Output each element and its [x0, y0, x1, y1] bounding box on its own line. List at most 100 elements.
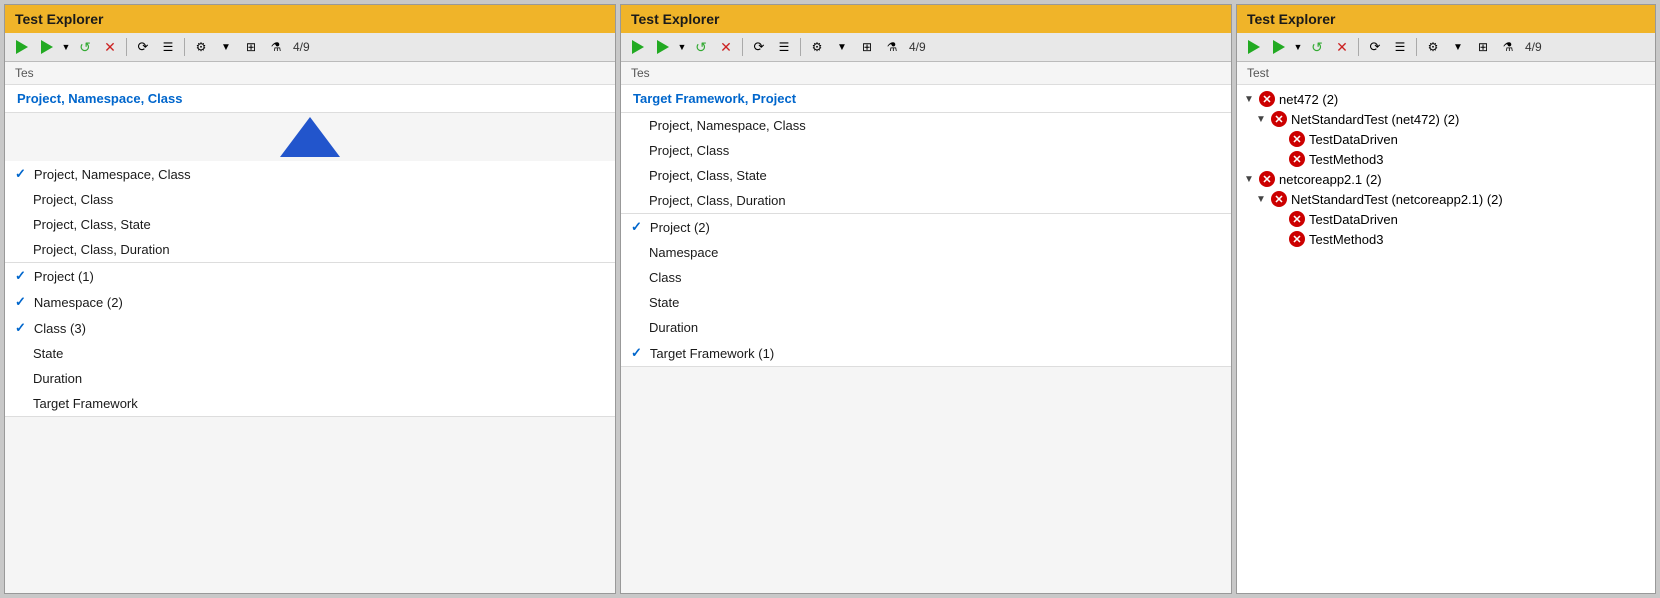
- right-title-bar: Test Explorer: [1237, 5, 1655, 33]
- m-item-namespace[interactable]: Namespace: [621, 240, 1231, 265]
- r-filter-button[interactable]: ☰: [1389, 36, 1411, 58]
- error-icon-net472: ✕: [1259, 91, 1275, 107]
- right-panel: Test Explorer ▼ ↺ ✕ ⟳ ☰ ⚙ ▼ ⊞ ⚗ 4/9 Test…: [1236, 4, 1656, 594]
- middle-panel: Test Explorer ▼ ↺ ✕ ⟳ ☰ ⚙ ▼ ⊞ ⚗ 4/9 Tes …: [620, 4, 1232, 594]
- middle-header-label: Tes: [621, 62, 1231, 85]
- r-run-button[interactable]: [1268, 36, 1290, 58]
- m-run-all-button[interactable]: [627, 36, 649, 58]
- m-cancel-button[interactable]: ✕: [715, 36, 737, 58]
- m-item-project-class[interactable]: Project, Class: [621, 138, 1231, 163]
- tree-label-net472: net472 (2): [1279, 92, 1338, 107]
- m-item-class[interactable]: Class: [621, 265, 1231, 290]
- cancel-button[interactable]: ✕: [99, 36, 121, 58]
- middle-title-bar: Test Explorer: [621, 5, 1231, 33]
- arrow-up-indicator: [5, 117, 615, 157]
- m-sep1: [742, 38, 743, 56]
- m-item-project-class-state[interactable]: Project, Class, State: [621, 163, 1231, 188]
- left-item-project-class-state[interactable]: Project, Class, State: [5, 212, 615, 237]
- left-item-project-namespace-class[interactable]: Project, Namespace, Class: [5, 161, 615, 187]
- m-flask-button[interactable]: ⚗: [881, 36, 903, 58]
- middle-section2: Project (2) Namespace Class State Durati…: [621, 214, 1231, 367]
- tree-label-testdatadriven-net472: TestDataDriven: [1309, 132, 1398, 147]
- run-dropdown-button[interactable]: ▼: [61, 36, 71, 58]
- left-item-namespace[interactable]: Namespace (2): [5, 289, 615, 315]
- left-item-project[interactable]: Project (1): [5, 263, 615, 289]
- left-title-bar: Test Explorer: [5, 5, 615, 33]
- left-item-project-class[interactable]: Project, Class: [5, 187, 615, 212]
- flask-button[interactable]: ⚗: [265, 36, 287, 58]
- r-cancel-button[interactable]: ✕: [1331, 36, 1353, 58]
- r-run-all-button[interactable]: [1243, 36, 1265, 58]
- toggle-netcoreapp21[interactable]: ▼: [1243, 174, 1255, 185]
- left-title: Test Explorer: [15, 11, 103, 27]
- run-button[interactable]: [36, 36, 58, 58]
- error-icon-testdatadriven-netcoreapp21: ✕: [1289, 211, 1305, 227]
- m-run-dropdown-button[interactable]: ▼: [677, 36, 687, 58]
- toggle-net472[interactable]: ▼: [1243, 94, 1255, 105]
- m-refresh-button[interactable]: ⟳: [748, 36, 770, 58]
- m-test-count-badge: 4/9: [906, 40, 929, 54]
- left-item-target-framework[interactable]: Target Framework: [5, 391, 615, 416]
- middle-dropdown-header[interactable]: Target Framework, Project: [621, 85, 1231, 113]
- m-group-dropdown-button[interactable]: ▼: [831, 36, 853, 58]
- m-item-state[interactable]: State: [621, 290, 1231, 315]
- left-item-project-class-duration[interactable]: Project, Class, Duration: [5, 237, 615, 262]
- test-count-badge: 4/9: [290, 40, 313, 54]
- m-item-project[interactable]: Project (2): [621, 214, 1231, 240]
- left-dropdown-header[interactable]: Project, Namespace, Class: [5, 85, 615, 113]
- rerun-button[interactable]: ↺: [74, 36, 96, 58]
- toggle-netstandardtest-netcoreapp21[interactable]: ▼: [1255, 194, 1267, 205]
- sep2: [184, 38, 185, 56]
- tree-label-testmethod3-net472: TestMethod3: [1309, 152, 1383, 167]
- left-panel: Test Explorer ▼ ↺ ✕ ⟳ ☰ ⚙ ▼ ⊞ ⚗ 4/9 Tes …: [4, 4, 616, 594]
- m-item-duration[interactable]: Duration: [621, 315, 1231, 340]
- tree-testmethod3-net472[interactable]: ✕ TestMethod3: [1237, 149, 1655, 169]
- tree-net472[interactable]: ▼ ✕ net472 (2): [1237, 89, 1655, 109]
- left-item-class[interactable]: Class (3): [5, 315, 615, 341]
- settings-button[interactable]: ⚙: [190, 36, 212, 58]
- tree-netstandardtest-net472[interactable]: ▼ ✕ NetStandardTest (net472) (2): [1237, 109, 1655, 129]
- left-toolbar: ▼ ↺ ✕ ⟳ ☰ ⚙ ▼ ⊞ ⚗ 4/9: [5, 33, 615, 62]
- middle-toolbar: ▼ ↺ ✕ ⟳ ☰ ⚙ ▼ ⊞ ⚗ 4/9: [621, 33, 1231, 62]
- m-rerun-button[interactable]: ↺: [690, 36, 712, 58]
- middle-section1: Project, Namespace, Class Project, Class…: [621, 113, 1231, 214]
- r-sep2: [1416, 38, 1417, 56]
- r-refresh-button[interactable]: ⟳: [1364, 36, 1386, 58]
- left-item-duration[interactable]: Duration: [5, 366, 615, 391]
- m-filter-button[interactable]: ☰: [773, 36, 795, 58]
- tree-testmethod3-netcoreapp21[interactable]: ✕ TestMethod3: [1237, 229, 1655, 249]
- tree-label-testdatadriven-netcoreapp21: TestDataDriven: [1309, 212, 1398, 227]
- error-icon-netcoreapp21: ✕: [1259, 171, 1275, 187]
- m-hierarchy-button[interactable]: ⊞: [856, 36, 878, 58]
- r-sep1: [1358, 38, 1359, 56]
- tree-testdatadriven-net472[interactable]: ✕ TestDataDriven: [1237, 129, 1655, 149]
- tree-netstandardtest-netcoreapp21[interactable]: ▼ ✕ NetStandardTest (netcoreapp2.1) (2): [1237, 189, 1655, 209]
- m-run-button[interactable]: [652, 36, 674, 58]
- error-icon-netstandardtest-netcoreapp21: ✕: [1271, 191, 1287, 207]
- r-flask-button[interactable]: ⚗: [1497, 36, 1519, 58]
- middle-title: Test Explorer: [631, 11, 719, 27]
- r-test-count-badge: 4/9: [1522, 40, 1545, 54]
- m-settings-button[interactable]: ⚙: [806, 36, 828, 58]
- r-group-dropdown-button[interactable]: ▼: [1447, 36, 1469, 58]
- m-item-target-framework[interactable]: Target Framework (1): [621, 340, 1231, 366]
- r-run-dropdown-button[interactable]: ▼: [1293, 36, 1303, 58]
- right-toolbar: ▼ ↺ ✕ ⟳ ☰ ⚙ ▼ ⊞ ⚗ 4/9: [1237, 33, 1655, 62]
- error-icon-testmethod3-net472: ✕: [1289, 151, 1305, 167]
- refresh-button[interactable]: ⟳: [132, 36, 154, 58]
- tree-label-netstandardtest-net472: NetStandardTest (net472) (2): [1291, 112, 1459, 127]
- r-rerun-button[interactable]: ↺: [1306, 36, 1328, 58]
- tree-netcoreapp21[interactable]: ▼ ✕ netcoreapp2.1 (2): [1237, 169, 1655, 189]
- tree-testdatadriven-netcoreapp21[interactable]: ✕ TestDataDriven: [1237, 209, 1655, 229]
- r-hierarchy-button[interactable]: ⊞: [1472, 36, 1494, 58]
- m-item-project-class-duration[interactable]: Project, Class, Duration: [621, 188, 1231, 213]
- group-dropdown-button[interactable]: ▼: [215, 36, 237, 58]
- toggle-netstandardtest-net472[interactable]: ▼: [1255, 114, 1267, 125]
- m-item-project-namespace-class[interactable]: Project, Namespace, Class: [621, 113, 1231, 138]
- left-item-state[interactable]: State: [5, 341, 615, 366]
- run-all-button[interactable]: [11, 36, 33, 58]
- hierarchy-button[interactable]: ⊞: [240, 36, 262, 58]
- r-settings-button[interactable]: ⚙: [1422, 36, 1444, 58]
- error-icon-testmethod3-netcoreapp21: ✕: [1289, 231, 1305, 247]
- filter-button[interactable]: ☰: [157, 36, 179, 58]
